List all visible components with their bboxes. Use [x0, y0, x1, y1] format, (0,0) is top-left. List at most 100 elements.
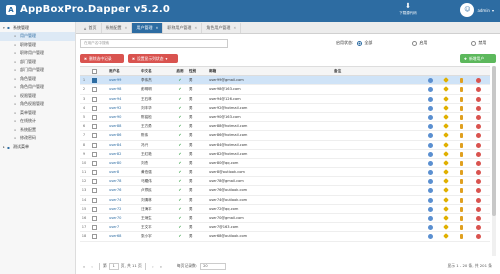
- info-icon[interactable]: [428, 124, 433, 130]
- scrollbar-thumb[interactable]: [492, 66, 496, 216]
- key-icon[interactable]: [460, 142, 463, 148]
- info-icon[interactable]: [428, 151, 433, 157]
- close-icon[interactable]: ✕: [233, 26, 236, 30]
- tab-user-manage[interactable]: 用户管理 ✕: [132, 23, 164, 33]
- delete-icon[interactable]: [476, 234, 481, 240]
- delete-icon[interactable]: [476, 142, 481, 148]
- edit-icon[interactable]: [443, 215, 449, 221]
- key-icon[interactable]: [460, 96, 463, 102]
- sidebar-item-password[interactable]: ▫ 修改密码: [0, 134, 75, 143]
- info-icon[interactable]: [428, 216, 433, 221]
- col-email[interactable]: 邮箱: [209, 67, 329, 76]
- sidebar-item-role-users[interactable]: ▫ 角色用户管理: [0, 83, 75, 92]
- delete-selected-button[interactable]: ✖ 删除选中记录: [80, 54, 124, 63]
- info-icon[interactable]: [428, 225, 433, 231]
- tab-system-config[interactable]: 系统配置 ✕: [102, 23, 133, 33]
- table-row[interactable]: 13 user76 卢郑民 ✔ 男 user76@outlook.com: [80, 186, 490, 196]
- table-row[interactable]: 17 user7 王文平 ✔ 男 user7@163.com: [80, 223, 490, 233]
- row-checkbox[interactable]: [92, 177, 98, 186]
- table-row[interactable]: 7 user86 陈伟 ✔ 男 user86@hotmail.com: [80, 131, 490, 141]
- tab-home[interactable]: ⌂ 首页: [80, 23, 102, 33]
- sidebar-item-title-users[interactable]: ▫ 职称用户管理: [0, 49, 75, 58]
- info-icon[interactable]: [428, 188, 433, 194]
- row-checkbox[interactable]: [92, 76, 98, 85]
- edit-icon[interactable]: [443, 141, 449, 148]
- sidebar-item-menus[interactable]: ▫ 菜单管理: [0, 109, 75, 118]
- row-checkbox[interactable]: [92, 85, 98, 94]
- info-icon[interactable]: [428, 179, 433, 185]
- delete-icon[interactable]: [476, 124, 481, 130]
- key-icon[interactable]: [460, 225, 463, 231]
- table-row[interactable]: 15 user72 汪海平 ✔ 男 user72@qq.com: [80, 205, 490, 214]
- sidebar-item-online[interactable]: ▫ 在线统计: [0, 117, 75, 126]
- delete-icon[interactable]: [476, 78, 481, 84]
- edit-icon[interactable]: [443, 132, 449, 139]
- delete-icon[interactable]: [476, 133, 481, 139]
- info-icon[interactable]: [428, 142, 433, 148]
- info-icon[interactable]: [428, 96, 433, 102]
- close-icon[interactable]: ✕: [155, 26, 158, 30]
- close-icon[interactable]: ✕: [125, 26, 128, 30]
- info-icon[interactable]: [428, 206, 433, 212]
- edit-icon[interactable]: [443, 233, 449, 240]
- user-menu[interactable]: ☺ admin ▾: [460, 3, 494, 17]
- sidebar-item-roles[interactable]: ▫ 角色管理: [0, 75, 75, 84]
- edit-icon[interactable]: [443, 114, 449, 120]
- radio-disabled[interactable]: 禁用: [471, 40, 486, 46]
- row-checkbox[interactable]: [92, 141, 98, 150]
- table-row[interactable]: 18 user68 张小宇 ✔ 男 user68@outlook.com: [80, 232, 490, 242]
- edit-icon[interactable]: [443, 160, 449, 166]
- key-icon[interactable]: [460, 160, 463, 166]
- col-gender[interactable]: 性别: [189, 67, 199, 76]
- edit-icon[interactable]: [443, 196, 449, 203]
- row-checkbox[interactable]: [92, 168, 98, 177]
- sidebar-group-system[interactable]: ▾ ▪ 系统管理: [0, 23, 75, 32]
- info-icon[interactable]: [428, 105, 433, 111]
- row-checkbox[interactable]: [92, 205, 98, 214]
- radio-all[interactable]: 全部: [357, 40, 372, 46]
- edit-icon[interactable]: [443, 86, 449, 93]
- delete-icon[interactable]: [476, 87, 481, 93]
- col-username[interactable]: 用户名: [109, 67, 139, 76]
- key-icon[interactable]: [460, 78, 463, 84]
- column-settings-button[interactable]: ✖ 设置显示列状态 ▾: [128, 54, 178, 63]
- edit-icon[interactable]: [443, 150, 449, 157]
- table-row[interactable]: 12 user78 马耀伟 ✔ 男 user78@gmail.com: [80, 177, 490, 187]
- tab-title-users[interactable]: 职称用户管理 ✕: [163, 23, 203, 33]
- key-icon[interactable]: [460, 179, 463, 185]
- table-row[interactable]: 9 user82 王红艳 ✔ 男 user82@hotmail.com: [80, 150, 490, 159]
- col-note[interactable]: 备注: [334, 67, 358, 76]
- key-icon[interactable]: [460, 197, 463, 203]
- key-icon[interactable]: [460, 234, 463, 240]
- key-icon[interactable]: [460, 105, 463, 111]
- table-row[interactable]: 1 user99 李伟杰 ✔ 男 user99@gmail.com: [80, 76, 490, 86]
- key-icon[interactable]: [460, 170, 463, 176]
- col-enabled[interactable]: 启用: [175, 67, 185, 76]
- delete-icon[interactable]: [476, 160, 481, 166]
- edit-icon[interactable]: [443, 205, 449, 212]
- page-size-select[interactable]: 20: [200, 262, 227, 270]
- row-checkbox[interactable]: [92, 95, 98, 104]
- table-row[interactable]: 11 user8 黄伯强 ✔ 男 user8@outlook.com: [80, 168, 490, 178]
- sidebar-item-powers[interactable]: ▫ 权限管理: [0, 92, 75, 101]
- edit-icon[interactable]: [443, 77, 449, 84]
- table-row[interactable]: 3 user94 王石林 ✔ 男 user94@126.com: [80, 95, 490, 104]
- edit-icon[interactable]: [443, 123, 449, 129]
- delete-icon[interactable]: [476, 105, 481, 111]
- radio-enabled[interactable]: 启用: [412, 40, 427, 46]
- next-page-icon[interactable]: ›: [149, 264, 157, 269]
- row-checkbox[interactable]: [92, 159, 98, 168]
- select-all-checkbox[interactable]: [92, 67, 98, 76]
- key-icon[interactable]: [460, 124, 463, 130]
- grid-scrollbar[interactable]: [492, 66, 496, 256]
- row-checkbox[interactable]: [92, 196, 98, 205]
- table-row[interactable]: 10 user80 刘杰 ✔ 男 user80@qq.com: [80, 159, 490, 169]
- info-icon[interactable]: [428, 160, 433, 166]
- sidebar-item-titles[interactable]: ▫ 职称管理: [0, 41, 75, 50]
- row-checkbox[interactable]: [92, 214, 98, 223]
- delete-icon[interactable]: [476, 151, 481, 157]
- sidebar-item-dept-users[interactable]: ▫ 部门用户管理: [0, 66, 75, 75]
- edit-icon[interactable]: [443, 169, 449, 175]
- sidebar-item-users[interactable]: ▫ 用户管理: [0, 32, 75, 41]
- delete-icon[interactable]: [476, 188, 481, 194]
